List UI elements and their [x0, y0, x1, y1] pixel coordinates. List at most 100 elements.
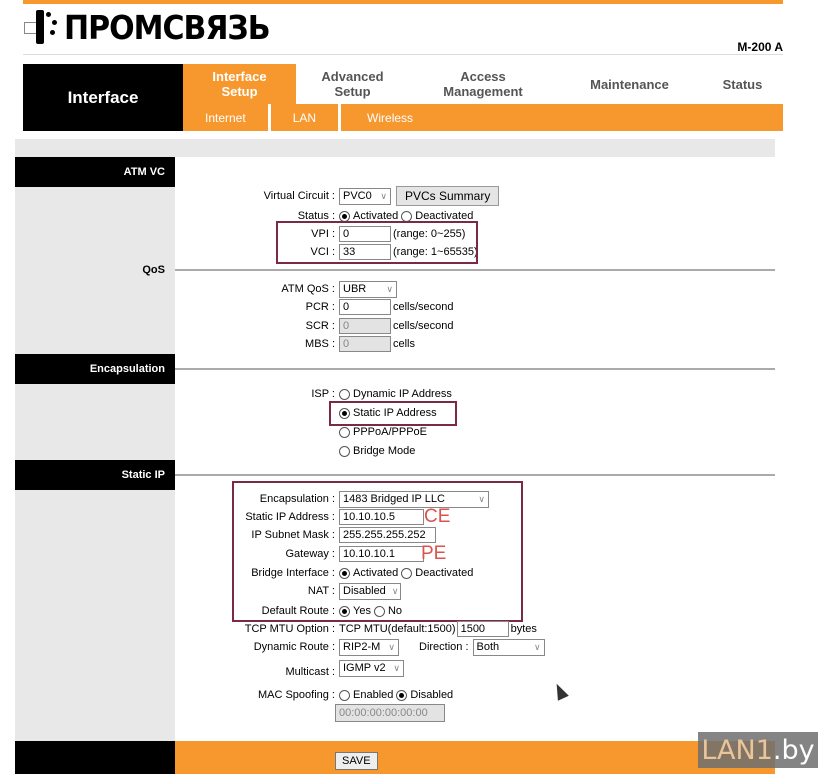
tab-maintenance[interactable]: Maintenance	[557, 64, 702, 104]
multicast-row: Multicast : IGMP v2 ∨	[175, 659, 404, 678]
highlight-static-ip-settings	[232, 481, 523, 622]
highlight-static-ip	[329, 401, 457, 426]
mbs-label: MBS :	[305, 338, 335, 350]
scr-row: SCR : 0 cells/second	[175, 317, 454, 335]
select-value: RIP2-M	[343, 641, 381, 653]
tab-label: Maintenance	[590, 76, 669, 92]
atm-qos-label: ATM QoS :	[281, 283, 335, 295]
chevron-down-icon: ∨	[533, 641, 541, 652]
chevron-down-icon: ∨	[386, 283, 393, 294]
top-accent-bar	[23, 0, 783, 4]
highlight-vpi-vci	[276, 221, 478, 264]
status-activated-radio[interactable]	[339, 210, 350, 222]
section-static-ip: Static IP	[15, 460, 175, 490]
mouse-cursor-icon	[552, 682, 568, 700]
tab-label: Interface Setup	[212, 69, 267, 99]
atm-qos-row: ATM QoS : UBR ∨	[175, 280, 397, 298]
radio-label: PPPoA/PPPoE	[353, 426, 427, 438]
mac-address-row: 00:00:00:00:00:00	[335, 704, 445, 722]
mbs-input[interactable]: 0	[339, 336, 391, 352]
isp-label: ISP :	[311, 388, 335, 400]
tab-status[interactable]: Status	[702, 64, 783, 104]
pcr-unit: cells/second	[393, 301, 454, 313]
section-divider	[175, 474, 775, 476]
chevron-down-icon: ∨	[380, 190, 387, 201]
tab-label: Access Management	[443, 69, 523, 99]
tcp-mtu-unit: bytes	[510, 623, 537, 635]
isp-pppoa-pppoe-radio[interactable]	[339, 426, 350, 438]
tab-access-management[interactable]: Access Management	[409, 64, 557, 104]
subtab-internet[interactable]: Internet	[183, 104, 268, 131]
section-divider	[175, 269, 775, 271]
tab-advanced-setup[interactable]: Advanced Setup	[296, 64, 409, 104]
section-divider	[175, 368, 775, 370]
watermark: LAN1 .by	[698, 732, 818, 768]
direction-label: Direction :	[419, 641, 469, 653]
radio-label: Bridge Mode	[353, 445, 416, 457]
tab-interface-setup[interactable]: Interface Setup	[183, 64, 296, 104]
brand-name: ПРОМСВЯЗЬ	[64, 8, 271, 48]
brand-logo: ПРОМСВЯЗЬ	[22, 8, 271, 48]
mac-spoofing-row: MAC Spoofing : Enabled Disabled	[175, 686, 456, 704]
isp-bridge-mode-radio[interactable]	[339, 445, 350, 457]
router-config-page: ПРОМСВЯЗЬ M-200 A Interface Interface Se…	[0, 0, 828, 774]
virtual-circuit-row: Virtual Circuit : PVC0 ∨ PVCs Summary	[175, 186, 500, 206]
multicast-select[interactable]: IGMP v2 ∨	[339, 659, 404, 677]
direction-select[interactable]: Both ∨	[472, 638, 545, 656]
pvcs-summary-button[interactable]: PVCs Summary	[396, 186, 500, 206]
tcp-mtu-text: TCP MTU(default:1500)	[339, 623, 456, 635]
tcp-mtu-input[interactable]: 1500	[456, 621, 509, 637]
subtab-lan[interactable]: LAN	[271, 104, 338, 131]
mac-address-input[interactable]: 00:00:00:00:00:00	[335, 704, 445, 722]
pcr-input[interactable]: 0	[339, 299, 391, 315]
mbs-unit: cells	[393, 338, 416, 350]
isp-bridge-row: Bridge Mode	[339, 442, 418, 460]
pcr-label: PCR :	[305, 301, 335, 313]
main-navigation: Interface Interface Setup Advanced Setup…	[23, 64, 783, 131]
mbs-row: MBS : 0 cells	[175, 335, 415, 353]
radio-label: Enabled	[353, 689, 394, 701]
watermark-suffix: .by	[772, 734, 815, 766]
logo-icon	[22, 8, 62, 48]
status-deactivated-radio[interactable]	[401, 210, 413, 222]
nav-section-title: Interface	[23, 64, 183, 131]
section-qos: QoS	[142, 264, 165, 276]
multicast-label: Multicast :	[285, 666, 335, 678]
chevron-down-icon: ∨	[388, 641, 395, 652]
select-value: IGMP v2	[343, 662, 386, 674]
mac-spoofing-label: MAC Spoofing :	[257, 689, 335, 701]
dynamic-route-select[interactable]: RIP2-M ∨	[339, 638, 399, 656]
subtab-wireless[interactable]: Wireless	[341, 104, 435, 131]
watermark-main: LAN1	[701, 734, 773, 766]
tcp-mtu-row: TCP MTU Option : TCP MTU(default:1500) 1…	[175, 620, 537, 638]
dynamic-route-label: Dynamic Route :	[253, 641, 335, 653]
virtual-circuit-label: Virtual Circuit :	[263, 190, 335, 202]
nav-tabs: Interface Setup Advanced Setup Access Ma…	[183, 64, 783, 104]
tcp-mtu-label: TCP MTU Option :	[244, 623, 335, 635]
radio-label: Disabled	[410, 689, 454, 701]
pcr-row: PCR : 0 cells/second	[175, 298, 454, 316]
select-value: UBR	[343, 283, 367, 295]
section-encapsulation: Encapsulation	[15, 354, 175, 384]
save-button[interactable]: SAVE	[335, 752, 378, 770]
tab-label: Advanced Setup	[321, 69, 384, 99]
scr-input[interactable]: 0	[339, 318, 391, 334]
header-divider	[23, 54, 783, 55]
footer-left	[15, 741, 175, 774]
isp-dynamic-ip-radio[interactable]	[339, 388, 350, 400]
mac-enabled-radio[interactable]	[339, 689, 350, 701]
sub-navigation: Internet LAN Wireless	[183, 104, 783, 131]
scr-label: SCR :	[305, 320, 335, 332]
virtual-circuit-select[interactable]: PVC0 ∨	[339, 187, 391, 205]
mac-disabled-radio[interactable]	[396, 689, 408, 701]
atm-qos-select[interactable]: UBR ∨	[339, 280, 397, 298]
tab-label: Status	[722, 76, 763, 92]
model-label: M-200 A	[737, 40, 783, 54]
dynamic-route-row: Dynamic Route : RIP2-M ∨ Direction : Both…	[175, 638, 545, 656]
scr-unit: cells/second	[393, 320, 454, 332]
footer-bar	[175, 741, 775, 774]
chevron-down-icon: ∨	[393, 662, 400, 673]
section-atm-vc: ATM VC	[15, 157, 175, 187]
radio-label: Dynamic IP Address	[353, 388, 452, 400]
select-value: Both	[476, 641, 500, 653]
